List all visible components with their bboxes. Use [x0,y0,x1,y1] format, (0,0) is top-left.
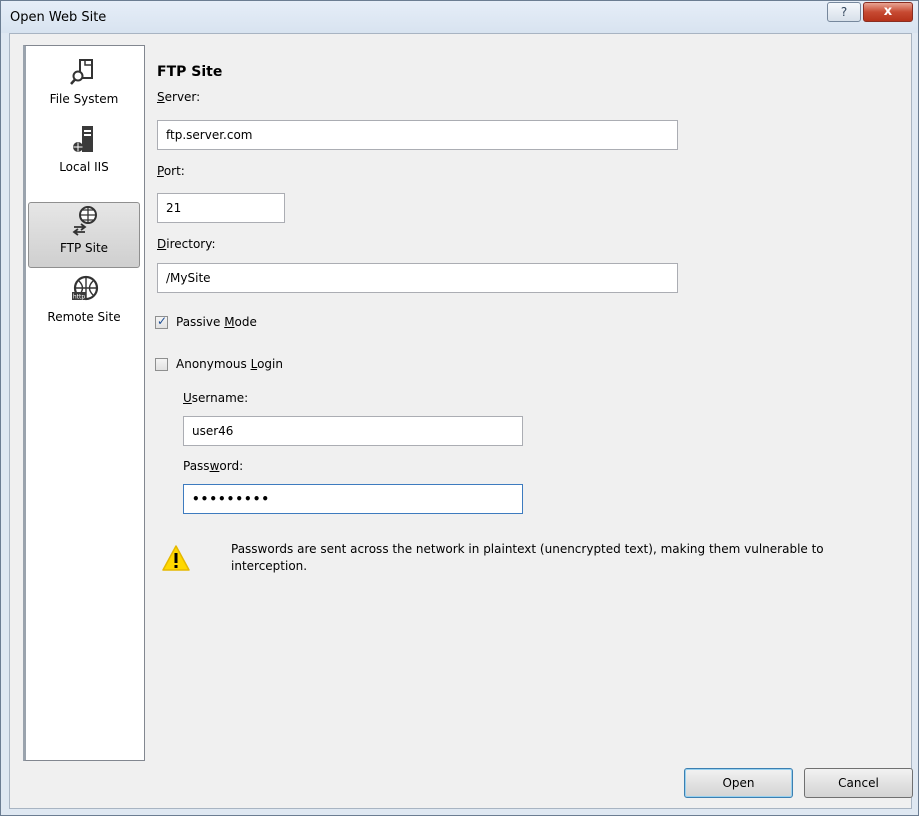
port-label: Port: [157,164,185,178]
directory-input[interactable] [157,263,678,293]
check-mark-icon: ✓ [157,314,168,328]
local-iis-server-icon [68,124,100,156]
sidebar-item-remote-site[interactable]: http Remote Site [28,272,140,338]
passive-mode-label[interactable]: Passive Mode [176,315,257,329]
sidebar-item-label: Local IIS [59,160,109,174]
sidebar-item-label: File System [49,92,119,106]
close-button[interactable]: x [863,2,913,22]
username-label: Username: [183,391,249,405]
svg-text:http: http [73,294,86,301]
warning-message: Passwords are sent across the network in… [231,542,824,573]
port-input[interactable] [157,193,285,223]
server-input[interactable] [157,120,678,150]
server-label: Server: [157,90,201,104]
username-input[interactable] [183,416,523,446]
passive-mode-checkbox[interactable]: ✓ [155,314,168,329]
sidebar-item-local-iis[interactable]: Local IIS [28,122,140,188]
title-bar: Open Web Site ? x [1,1,918,33]
help-button[interactable]: ? [827,2,861,22]
window-title: Open Web Site [10,10,107,25]
password-label: Password: [183,459,244,473]
section-title: FTP Site [157,64,223,80]
anonymous-login-label[interactable]: Anonymous Login [176,357,283,371]
ftp-site-icon [69,204,101,236]
anonymous-login-checkbox[interactable] [155,358,168,371]
warning-icon [161,544,191,572]
cancel-button[interactable]: Cancel [804,768,913,798]
sidebar-item-file-system[interactable]: File System [28,54,140,120]
sidebar-item-ftp-site[interactable]: FTP Site [28,202,140,268]
open-button[interactable]: Open [684,768,793,798]
remote-site-icon: http [68,274,100,306]
sidebar-item-label: Remote Site [47,310,121,324]
dialog-body: File System Local IIS FTP Site http Remo… [9,33,913,809]
password-input[interactable] [183,484,523,514]
location-sidebar: File System Local IIS FTP Site http Remo… [23,45,145,761]
sidebar-item-label: FTP Site [59,241,109,255]
file-system-icon [68,56,100,88]
directory-label: Directory: [157,237,216,251]
open-web-site-dialog: Open Web Site ? x File System Local IIS … [0,0,919,816]
